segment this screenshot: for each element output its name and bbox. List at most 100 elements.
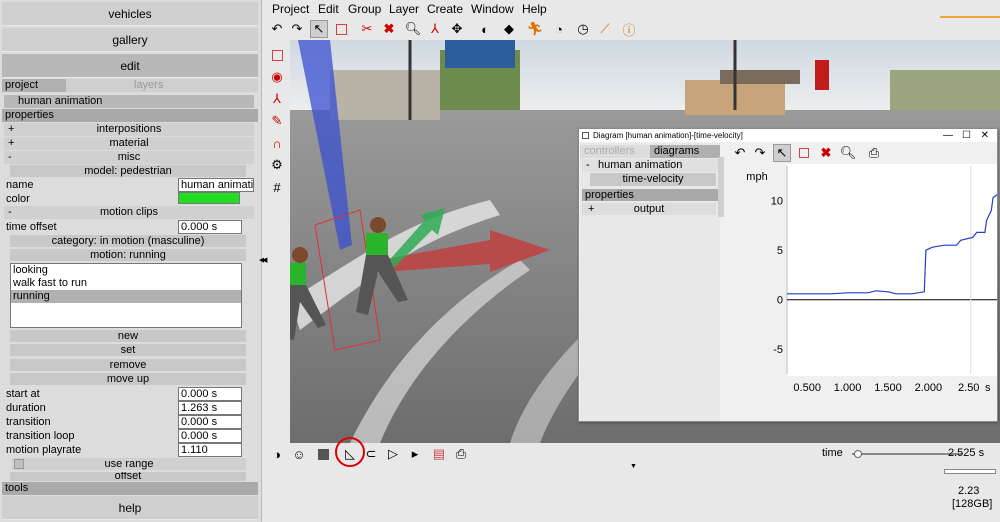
remove-button[interactable]: remove — [10, 359, 246, 371]
color-swatch[interactable] — [178, 192, 240, 204]
print-icon[interactable]: ⎙ — [452, 445, 470, 463]
move-icon[interactable]: ✥ — [448, 20, 466, 38]
close-icon[interactable]: ✕ — [981, 129, 989, 142]
redo-icon[interactable]: ↷ — [288, 20, 306, 38]
tab-diagrams[interactable]: diagrams — [650, 145, 720, 158]
pen-icon[interactable]: ⅄ — [268, 90, 286, 108]
tag-icon[interactable]: ◆ — [500, 20, 518, 38]
time-offset-field[interactable]: 0.000 s — [178, 220, 242, 234]
delete-icon[interactable]: ✖ — [817, 144, 835, 162]
select-cursor-icon[interactable]: ↖ — [310, 20, 328, 38]
offset-button[interactable]: offset — [10, 472, 246, 481]
notes-icon[interactable]: ▤ — [430, 445, 448, 463]
menu-window[interactable]: Window — [471, 2, 514, 16]
pen-tool-icon[interactable]: ⅄ — [426, 20, 444, 38]
scrollbar[interactable] — [718, 157, 724, 217]
help-button[interactable]: help — [2, 496, 258, 520]
gear-icon[interactable]: ⚙ — [268, 156, 286, 174]
motion-playrate-field[interactable]: 1.110 — [178, 443, 242, 457]
transition-field[interactable]: 0.000 s — [178, 415, 242, 429]
ruler-icon[interactable]: ⟋ — [596, 20, 614, 38]
diagram-chart-icon[interactable]: ◺ — [341, 445, 359, 463]
print-icon[interactable]: ⎙ — [865, 144, 883, 162]
motion-playrate-label: motion playrate — [6, 444, 82, 456]
redo-icon[interactable]: ↷ — [751, 144, 769, 162]
move-up-button[interactable]: move up — [10, 373, 246, 385]
undo-icon[interactable]: ↶ — [731, 144, 749, 162]
slider-knob[interactable] — [853, 450, 862, 458]
undo-icon[interactable]: ↶ — [268, 20, 286, 38]
rectangle-tool-icon[interactable] — [268, 46, 286, 64]
square-icon[interactable] — [314, 445, 332, 463]
duration-field[interactable]: 1.263 s — [178, 401, 242, 415]
time-velocity-item[interactable]: time-velocity — [590, 173, 716, 186]
tab-project[interactable]: project — [2, 79, 66, 92]
contrast-icon[interactable]: ◑ — [268, 445, 286, 463]
edit-button[interactable]: edit — [2, 54, 258, 78]
misc-row[interactable]: - misc — [4, 151, 254, 164]
name-field[interactable]: human animati — [178, 178, 254, 192]
list-item-selected[interactable]: running — [11, 290, 241, 303]
category-button[interactable]: category: in motion (masculine) — [10, 235, 246, 247]
play-icon[interactable]: ▷ — [384, 445, 402, 463]
x-tick-label: 1.500 — [874, 382, 902, 394]
menu-help[interactable]: Help — [522, 2, 547, 16]
start-at-field[interactable]: 0.000 s — [178, 387, 242, 401]
menu-layer[interactable]: Layer — [389, 2, 419, 16]
rectangle-icon[interactable] — [332, 20, 350, 38]
expand-left-icon[interactable]: ◀ — [262, 256, 267, 264]
interpositions-row[interactable]: + interpositions — [4, 123, 254, 136]
maximize-icon[interactable]: ☐ — [962, 129, 971, 142]
tools-header[interactable]: tools — [2, 482, 258, 495]
output-row[interactable]: + output — [582, 203, 716, 215]
menu-edit[interactable]: Edit — [318, 2, 339, 16]
chart-svg[interactable]: mph 10 5 0 -5 0.500 1.000 1.500 2.000 2.50 s — [727, 164, 998, 402]
link-icon[interactable]: ⊂ — [362, 445, 380, 463]
tab-layers[interactable]: layers — [134, 79, 163, 92]
vehicles-button[interactable]: vehicles — [2, 2, 258, 26]
help-circle-icon[interactable]: ⓘ — [620, 20, 638, 38]
rectangle-icon[interactable] — [795, 144, 813, 162]
collapse-icon[interactable]: - — [586, 159, 590, 172]
zoom-icon[interactable]: 🔍︎ — [404, 20, 422, 38]
motion-list[interactable]: looking walk fast to run running — [10, 263, 242, 328]
step-icon[interactable]: ▸ — [406, 445, 424, 463]
magnet-icon[interactable]: ∩ — [268, 134, 286, 152]
transition-loop-field[interactable]: 0.000 s — [178, 429, 242, 443]
set-button[interactable]: set — [10, 344, 246, 356]
list-item[interactable]: walk fast to run — [11, 277, 241, 290]
menu-create[interactable]: Create — [427, 2, 463, 16]
runner-icon[interactable]: 🏃︎ — [526, 20, 544, 38]
grid-icon[interactable]: # — [268, 178, 286, 196]
zoom-icon[interactable]: 🔍︎ — [839, 144, 857, 162]
gallery-button[interactable]: gallery — [2, 28, 258, 52]
measure-icon[interactable]: ◷ — [574, 20, 592, 38]
dropdown-icon[interactable]: ▼ — [630, 463, 637, 470]
project-item-human-animation[interactable]: human animation — [4, 95, 254, 108]
motion-clips-row[interactable]: - motion clips — [4, 206, 254, 219]
tab-controllers[interactable]: controllers — [584, 145, 635, 158]
minimize-icon[interactable]: — — [943, 129, 953, 142]
material-row[interactable]: + material — [4, 137, 254, 150]
model-pedestrian-button[interactable]: model: pedestrian — [10, 165, 246, 177]
cut-icon[interactable]: ✂ — [358, 20, 376, 38]
list-item[interactable]: looking — [11, 264, 241, 277]
time-velocity-chart[interactable]: mph 10 5 0 -5 0.500 1.000 1.500 2.000 2.50 s — [727, 164, 998, 402]
select-cursor-icon[interactable]: ↖ — [773, 144, 791, 162]
gauge-icon[interactable]: ◔ — [550, 20, 568, 38]
rotate-icon[interactable]: ◐ — [476, 20, 494, 38]
menu-project[interactable]: Project — [272, 2, 309, 16]
menu-group[interactable]: Group — [348, 2, 381, 16]
record-icon[interactable]: ◉ — [268, 68, 286, 86]
new-button[interactable]: new — [10, 330, 246, 342]
head-icon[interactable]: ☺ — [290, 445, 308, 463]
name-label: name — [6, 179, 34, 191]
time-offset-label: time offset — [6, 221, 57, 233]
time-slider[interactable] — [852, 450, 962, 458]
delete-icon[interactable]: ✖ — [380, 20, 398, 38]
diagram-title-bar[interactable]: Diagram [human animation]-[time-velocity… — [579, 129, 997, 142]
tree-item-human-animation[interactable]: - human animation — [582, 159, 718, 172]
motion-running-button[interactable]: motion: running — [10, 249, 246, 261]
node-icon[interactable]: ✎ — [268, 112, 286, 130]
use-range-row[interactable]: use range — [12, 458, 246, 470]
